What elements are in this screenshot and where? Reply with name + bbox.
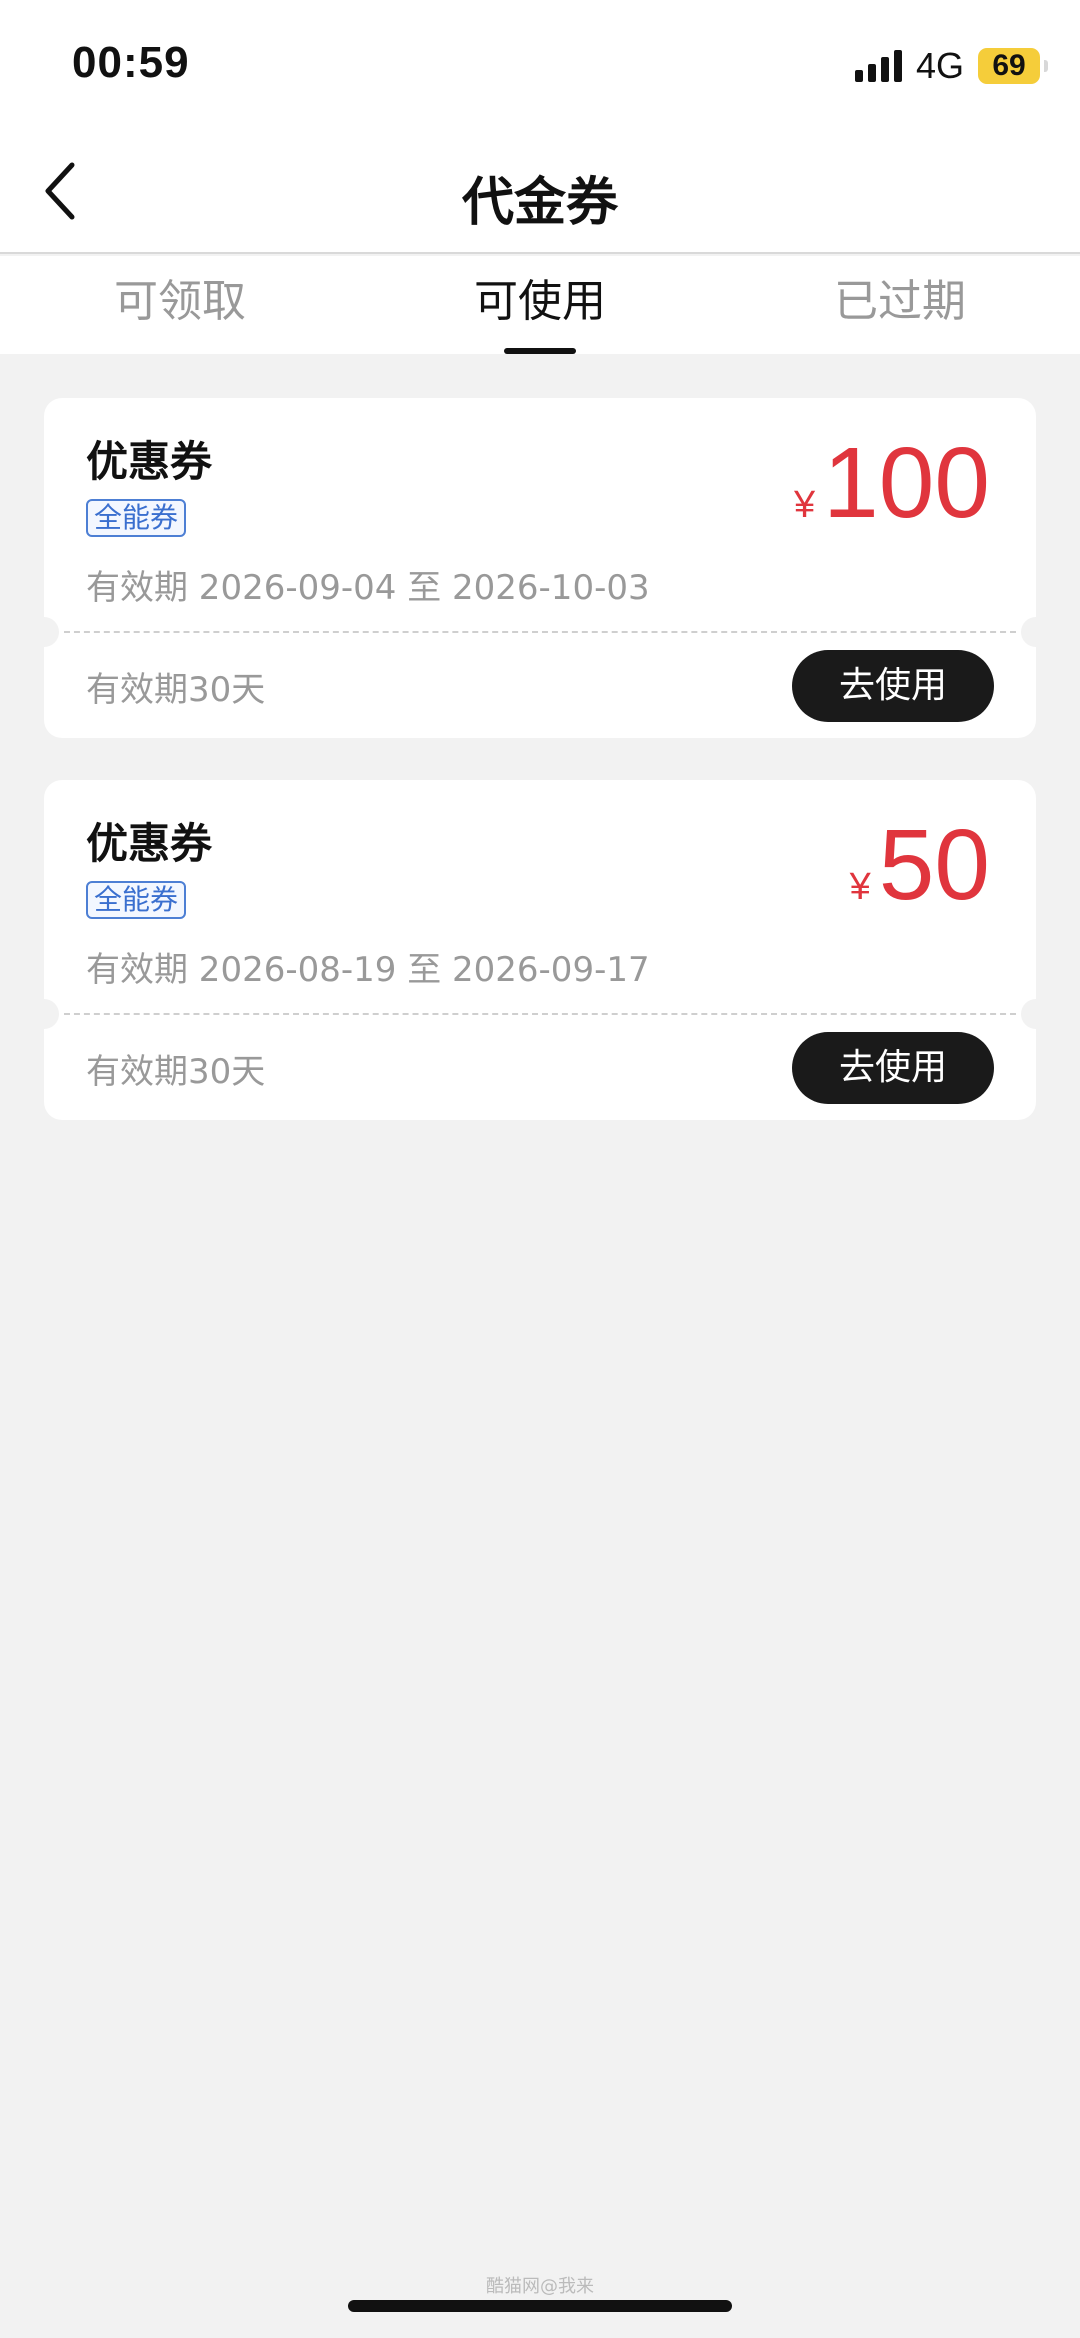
coupon-card: 优惠券 全能券 有效期 2026-08-19 至 2026-09-17 ¥ 50… (29, 780, 1051, 1120)
amount-value: 50 (878, 809, 990, 921)
status-bar: 00:59 4G 69 (0, 0, 1080, 130)
ticket-notch (29, 617, 59, 647)
coupon-amount: ¥ 100 (794, 428, 990, 538)
coupon-validity: 有效期 2026-08-19 至 2026-09-17 (86, 950, 650, 990)
ticket-notch (1021, 999, 1051, 1029)
coupon-tag: 全能券 (86, 881, 187, 919)
dashed-divider (64, 1013, 1016, 1015)
home-indicator[interactable] (348, 2300, 732, 2312)
tab-claimable[interactable]: 可领取 (0, 256, 360, 354)
tab-usable[interactable]: 可使用 (360, 256, 720, 354)
coupon-title: 优惠券 (86, 819, 213, 868)
status-time: 00:59 (72, 38, 190, 87)
nav-bar: 代金券 (0, 130, 1080, 254)
battery-level: 69 (992, 49, 1026, 82)
signal-bars-icon (854, 50, 902, 82)
dashed-divider (64, 631, 1016, 633)
ticket-notch (1021, 617, 1051, 647)
currency-symbol: ¥ (849, 866, 871, 908)
coupon-validity: 有效期 2026-09-04 至 2026-10-03 (86, 568, 650, 608)
coupon-card: 优惠券 全能券 有效期 2026-09-04 至 2026-10-03 ¥ 10… (29, 398, 1051, 738)
watermark: 酷猫网@我来 (486, 2276, 594, 2297)
use-coupon-button[interactable]: 去使用 (792, 1032, 994, 1104)
amount-value: 100 (823, 427, 990, 539)
status-indicators: 4G 69 (854, 44, 1048, 88)
page-title: 代金券 (461, 173, 618, 233)
use-coupon-button[interactable]: 去使用 (792, 650, 994, 722)
currency-symbol: ¥ (794, 484, 816, 526)
coupon-amount: ¥ 50 (850, 810, 990, 920)
network-label: 4G (915, 45, 964, 86)
battery-icon: 69 (978, 48, 1048, 84)
ticket-notch (29, 999, 59, 1029)
coupon-tag: 全能券 (86, 499, 187, 537)
coupon-duration: 有效期30天 (86, 670, 266, 710)
tab-bar: 可领取 可使用 已过期 (0, 256, 1080, 354)
coupon-title: 优惠券 (86, 437, 213, 486)
tab-expired[interactable]: 已过期 (720, 256, 1080, 354)
coupon-duration: 有效期30天 (86, 1052, 266, 1092)
